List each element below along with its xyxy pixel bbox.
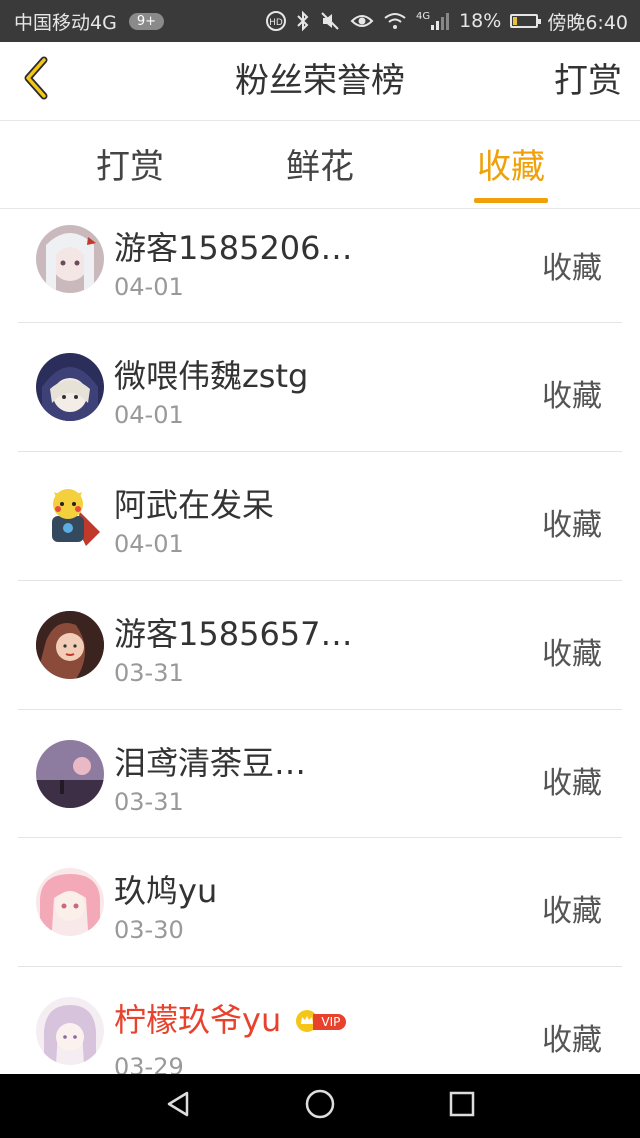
fan-name: 游客1585206… bbox=[114, 229, 353, 267]
list-item[interactable]: 玖鸠yu 03-30 收藏 bbox=[0, 838, 640, 967]
nav-back-button[interactable] bbox=[158, 1086, 198, 1126]
carrier-label: 中国移动4G bbox=[14, 11, 117, 34]
avatar bbox=[36, 997, 104, 1065]
status-left: 中国移动4G 9+ bbox=[14, 0, 164, 42]
tab-flowers[interactable]: 鲜花 bbox=[260, 121, 380, 208]
fan-name: 游客1585657… bbox=[114, 615, 353, 653]
status-right: HD 4G 18% 傍晚6:40 bbox=[265, 0, 628, 42]
tab-favorites[interactable]: 收藏 bbox=[451, 121, 571, 208]
system-nav-bar bbox=[0, 1074, 640, 1138]
fan-action: 收藏 bbox=[542, 894, 602, 929]
fan-action: 收藏 bbox=[542, 637, 602, 672]
fan-name: 泪鸢清荼豆… bbox=[114, 744, 307, 782]
chevron-left-icon bbox=[20, 56, 52, 104]
fan-name: 阿武在发呆 bbox=[114, 486, 275, 524]
fan-date: 04-01 bbox=[114, 401, 184, 429]
avatar bbox=[36, 868, 104, 936]
back-triangle-icon bbox=[163, 1089, 193, 1123]
status-bar: 中国移动4G 9+ HD 4G 18% 傍晚6:40 bbox=[0, 0, 640, 42]
avatar bbox=[36, 353, 104, 421]
avatar bbox=[36, 225, 104, 293]
clock: 傍晚6:40 bbox=[547, 11, 628, 34]
page-title: 粉丝荣誉榜 bbox=[235, 61, 405, 101]
wifi-icon bbox=[383, 10, 407, 32]
notification-badge: 9+ bbox=[128, 12, 164, 30]
fan-date: 04-01 bbox=[114, 530, 184, 558]
eye-icon bbox=[350, 10, 374, 32]
list-item[interactable]: 游客1585657… 03-31 收藏 bbox=[0, 581, 640, 710]
fan-action: 收藏 bbox=[542, 508, 602, 543]
fan-name-vip: 柠檬玖爷yu VIP bbox=[114, 995, 347, 1041]
hd-call-icon: HD bbox=[265, 10, 287, 32]
battery-icon bbox=[510, 14, 542, 28]
recents-square-icon bbox=[448, 1090, 476, 1122]
bluetooth-icon bbox=[296, 10, 310, 32]
list-item[interactable]: 泪鸢清荼豆… 03-31 收藏 bbox=[0, 710, 640, 838]
back-button[interactable] bbox=[14, 56, 58, 104]
header-bar: 粉丝荣誉榜 打赏 bbox=[0, 42, 640, 121]
list-item[interactable]: 游客1585206… 04-01 收藏 bbox=[0, 209, 640, 323]
avatar bbox=[36, 482, 104, 550]
active-tab-indicator bbox=[474, 198, 548, 203]
fan-action: 收藏 bbox=[542, 766, 602, 801]
nav-recents-button[interactable] bbox=[442, 1086, 482, 1126]
fan-date: 03-31 bbox=[114, 659, 184, 687]
list-item[interactable]: 柠檬玖爷yu VIP 03-29 收藏 bbox=[0, 967, 640, 1074]
fan-date: 03-29 bbox=[114, 1053, 184, 1074]
nav-home-button[interactable] bbox=[300, 1086, 340, 1126]
battery-percent: 18% bbox=[459, 10, 502, 32]
list-item[interactable]: 微喂伟魏zstg 04-01 收藏 bbox=[0, 323, 640, 452]
fan-list[interactable]: 游客1585206… 04-01 收藏 微喂伟魏zstg 04-01 收藏 阿武… bbox=[0, 209, 640, 1074]
avatar bbox=[36, 740, 104, 808]
home-circle-icon bbox=[304, 1088, 336, 1124]
fan-name-text: 柠檬玖爷yu bbox=[114, 1001, 282, 1039]
reward-button[interactable]: 打赏 bbox=[554, 42, 622, 120]
fan-action: 收藏 bbox=[542, 379, 602, 414]
battery-fill bbox=[513, 17, 518, 25]
list-item[interactable]: 阿武在发呆 04-01 收藏 bbox=[0, 452, 640, 581]
signal-icon: 4G bbox=[416, 11, 450, 31]
mute-icon bbox=[319, 10, 341, 32]
fan-name: 玖鸠yu bbox=[114, 872, 218, 910]
vip-indicator: VIP bbox=[295, 1003, 347, 1041]
network-type: 4G bbox=[415, 11, 431, 22]
fan-date: 04-01 bbox=[114, 273, 184, 301]
fan-name: 微喂伟魏zstg bbox=[114, 357, 309, 395]
fan-date: 03-30 bbox=[114, 916, 184, 944]
fan-action: 收藏 bbox=[542, 251, 602, 286]
tab-reward[interactable]: 打赏 bbox=[70, 121, 190, 208]
svg-text:HD: HD bbox=[269, 18, 283, 28]
vip-badge: VIP bbox=[313, 1014, 347, 1030]
fan-date: 03-31 bbox=[114, 788, 184, 816]
fan-action: 收藏 bbox=[542, 1023, 602, 1058]
avatar bbox=[36, 611, 104, 679]
tab-bar: 打赏 鲜花 收藏 bbox=[0, 121, 640, 209]
